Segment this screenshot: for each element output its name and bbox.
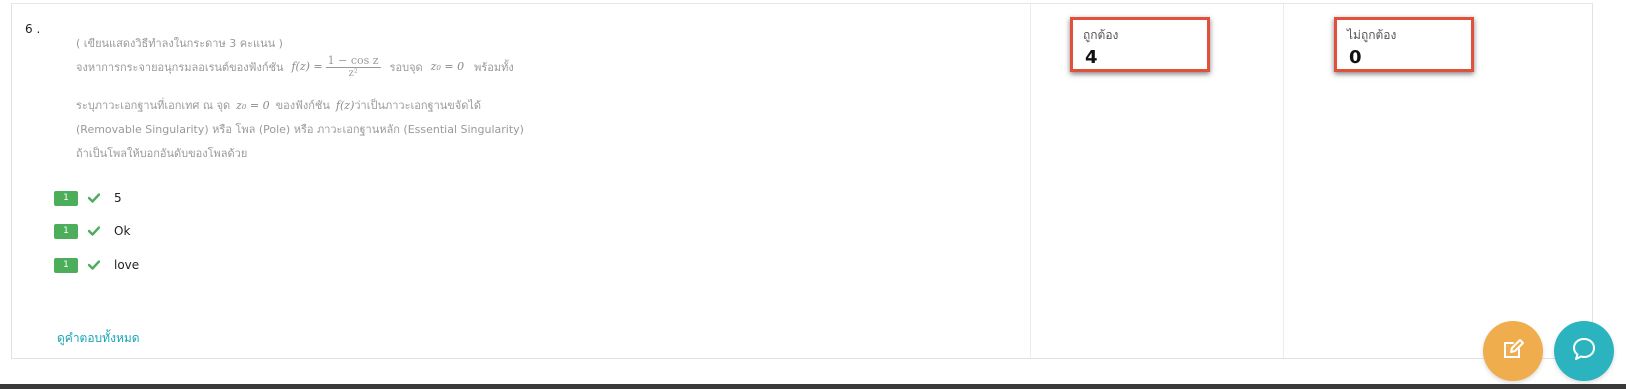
question-line-5: ถ้าเป็นโพลให้บอกอันดับของโพลด้วย [76, 147, 248, 160]
question-number: 6 . [25, 22, 41, 36]
column-divider [1030, 4, 1031, 358]
answer-text: Ok [114, 224, 131, 238]
question-text-segment: ระบุภาวะเอกฐานที่เอกเทศ ณ จุด [76, 99, 231, 112]
answer-text: love [114, 258, 140, 272]
score-badge: 1 [54, 190, 78, 206]
correct-label: ถูกต้อง [1083, 28, 1119, 42]
question-instruction: ( เขียนแสดงวิธีทำลงในกระดาษ 3 คะแนน ) [76, 37, 283, 50]
incorrect-count-box: ไม่ถูกต้อง 0 [1334, 17, 1474, 72]
incorrect-value: 0 [1349, 47, 1362, 68]
math-fz: f(z) = [291, 60, 323, 73]
question-text-segment: ว่าเป็นภาวะเอกฐานขจัดได้ [354, 99, 482, 112]
question-text-segment: จงหาการกระจายอนุกรมลอเรนต์ของฟังก์ชัน [76, 60, 284, 74]
edit-button[interactable] [1483, 321, 1543, 381]
question-line-4: (Removable Singularity) หรือ โพล (Pole) … [76, 123, 524, 136]
question-text-segment: รอบจุด [389, 60, 423, 74]
see-all-answers-link[interactable]: ดูคำตอบทั้งหมด [57, 329, 140, 348]
score-badge: 1 [54, 257, 78, 273]
math-z0: z₀ = 0 [430, 60, 465, 73]
column-divider [1283, 4, 1284, 358]
correct-value: 4 [1085, 47, 1098, 68]
math-fraction: 1 − cos z z² [325, 54, 381, 79]
question-line-3: ระบุภาวะเอกฐานที่เอกเทศ ณ จุด z₀ = 0 ของ… [76, 96, 481, 114]
question-card: 6 . ( เขียนแสดงวิธีทำลงในกระดาษ 3 คะแนน … [11, 4, 1593, 359]
bottom-bar [0, 384, 1626, 389]
answer-row: 1 5 [54, 190, 122, 206]
math-denominator: z² [348, 68, 358, 79]
chat-button[interactable] [1554, 321, 1614, 381]
math-fz-short: f(z) [335, 98, 355, 112]
answer-row: 1 love [54, 257, 139, 273]
edit-icon [1501, 337, 1525, 365]
math-numerator: 1 − cos z [325, 54, 381, 68]
question-text-segment: พร้อมทั้ง [474, 60, 514, 74]
score-badge: 1 [54, 223, 78, 239]
answer-row: 1 Ok [54, 223, 130, 239]
check-icon [86, 223, 102, 239]
incorrect-label: ไม่ถูกต้อง [1347, 28, 1397, 42]
answer-text: 5 [114, 191, 122, 205]
correct-count-box: ถูกต้อง 4 [1070, 17, 1210, 72]
check-icon [86, 190, 102, 206]
question-text-segment: ของฟังก์ชัน [275, 99, 330, 112]
check-icon [86, 257, 102, 273]
question-line-2: จงหาการกระจายอนุกรมลอเรนต์ของฟังก์ชัน f(… [76, 54, 514, 79]
math-z0: z₀ = 0 [236, 98, 270, 112]
chat-icon [1571, 336, 1597, 366]
